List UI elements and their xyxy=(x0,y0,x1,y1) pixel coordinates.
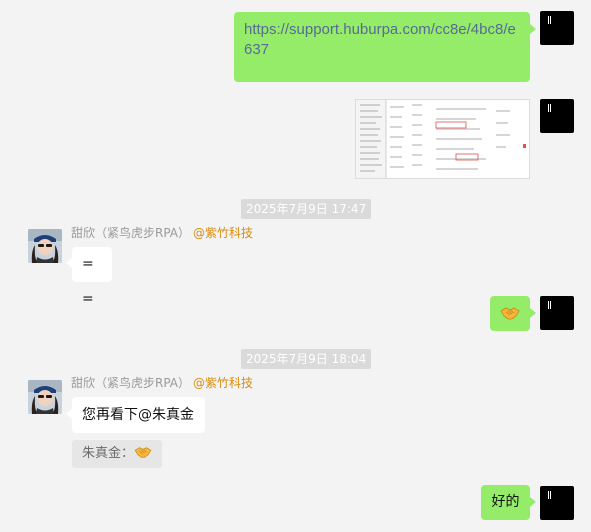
contact-avatar[interactable] xyxy=(28,380,62,414)
link-message-bubble[interactable]: https://support.huburpa.com/cc8e/4bc8/e6… xyxy=(234,12,530,82)
quote-label: 朱真金： xyxy=(82,446,135,461)
timestamp: 2025年7月9日 17:47 xyxy=(241,199,372,219)
link-text[interactable]: https://support.huburpa.com/cc8e/4bc8/e6… xyxy=(244,21,516,58)
message-text: 好的 xyxy=(491,494,520,510)
timestamp: 2025年7月9日 18:04 xyxy=(241,349,372,369)
my-avatar[interactable] xyxy=(540,486,574,520)
bubble-tail xyxy=(530,308,536,318)
message-bubble[interactable]: 好的 xyxy=(481,485,530,520)
contact-avatar-photo xyxy=(28,229,62,263)
sender-row: 甜欣（紧鸟虎步RPA） @紫竹科技 xyxy=(71,375,253,391)
sender-mention[interactable]: @紫竹科技 xyxy=(193,226,253,240)
bubble-tail xyxy=(530,24,536,34)
contact-avatar[interactable] xyxy=(28,229,62,263)
handshake-icon xyxy=(134,447,152,458)
contact-avatar-photo xyxy=(28,380,62,414)
message-text: 您再看下@朱真金 xyxy=(82,407,194,423)
my-avatar[interactable] xyxy=(540,11,574,45)
sender-mention[interactable]: @紫竹科技 xyxy=(193,376,253,390)
quote-reference[interactable]: 朱真金： xyxy=(72,440,163,468)
handshake-icon xyxy=(500,307,520,320)
screenshot-thumbnail xyxy=(356,100,529,178)
sender-name[interactable]: 甜欣（紧鸟虎步RPA） xyxy=(71,376,190,390)
message-bubble[interactable]: 您再看下@朱真金 xyxy=(72,397,205,433)
my-avatar[interactable] xyxy=(540,99,574,133)
bubble-tail xyxy=(530,497,536,507)
sender-row: 甜欣（紧鸟虎步RPA） @紫竹科技 xyxy=(71,225,253,241)
screenshot-image-message[interactable] xyxy=(355,99,530,179)
my-avatar[interactable] xyxy=(540,296,574,330)
message-text: = = xyxy=(82,256,94,307)
message-bubble[interactable]: = = xyxy=(72,247,112,307)
emoji-message-bubble[interactable] xyxy=(490,296,530,331)
sender-name[interactable]: 甜欣（紧鸟虎步RPA） xyxy=(71,226,190,240)
